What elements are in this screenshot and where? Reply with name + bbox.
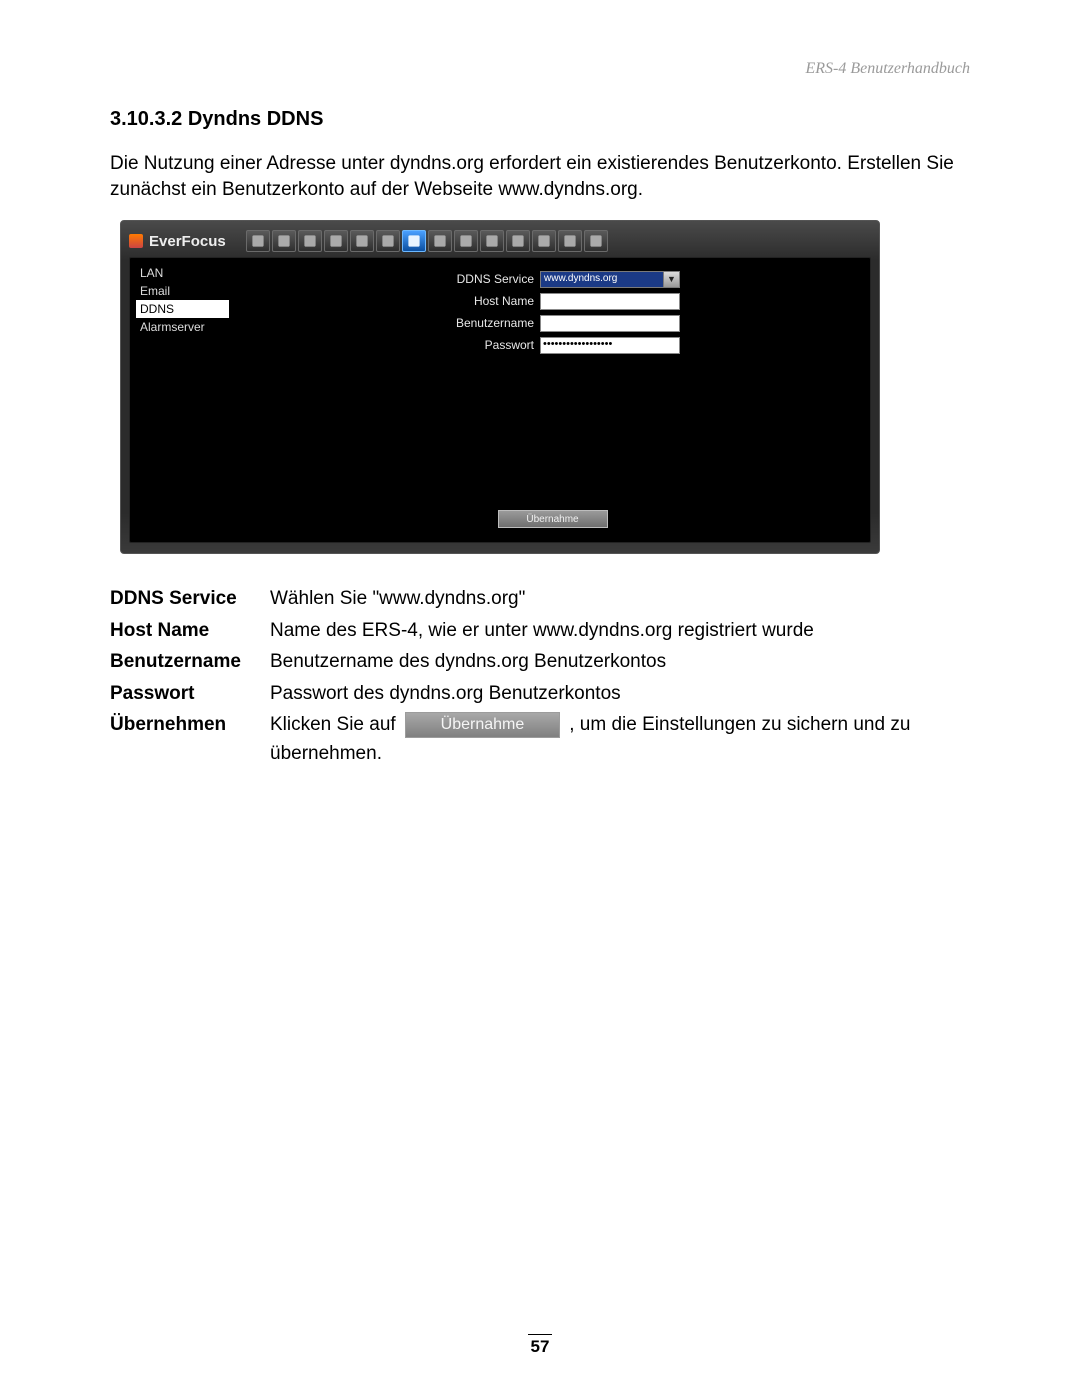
page-number: 57 — [528, 1334, 552, 1357]
minus-icon[interactable] — [376, 230, 400, 252]
desc-value: Wählen Sie "www.dyndns.org" — [270, 584, 980, 613]
desc-label: Host Name — [110, 616, 270, 645]
password-input[interactable]: •••••••••••••••••• — [540, 337, 680, 354]
ddns-service-label: DDNS Service — [457, 272, 534, 286]
section-heading: 3.10.3.2 Dyndns DDNS — [110, 108, 980, 131]
desc-label: Passwort — [110, 679, 270, 708]
desc-apply-pre: Klicken Sie auf — [270, 714, 401, 735]
brand-text: EverFocus — [149, 233, 226, 250]
doc-header: ERS-4 Benutzerhandbuch — [110, 60, 980, 78]
keyboard-icon[interactable] — [246, 230, 270, 252]
inline-apply-button: Übernahme — [405, 712, 560, 738]
desc-apply-label: Übernehmen — [110, 710, 270, 769]
grid-icon[interactable] — [324, 230, 348, 252]
desc-value: Benutzername des dyndns.org Benutzerkont… — [270, 647, 980, 676]
ddns-service-select[interactable]: www.dyndns.org ▼ — [540, 271, 680, 288]
desc-row: Host NameName des ERS-4, wie er unter ww… — [110, 616, 980, 645]
brush-icon[interactable] — [272, 230, 296, 252]
bell-icon[interactable] — [350, 230, 374, 252]
gear-icon[interactable] — [506, 230, 530, 252]
network-icon[interactable] — [402, 230, 426, 252]
app-screenshot: EverFocus LANEmailDDNSAlarmserver DDNS S… — [120, 220, 880, 554]
section-paragraph: Die Nutzung einer Adresse unter dyndns.o… — [110, 151, 980, 202]
desc-apply-text: Klicken Sie auf Übernahme , um die Einst… — [270, 710, 980, 769]
desc-row: DDNS ServiceWählen Sie "www.dyndns.org" — [110, 584, 980, 613]
sidebar: LANEmailDDNSAlarmserver — [130, 258, 235, 542]
desc-value: Name des ERS-4, wie er unter www.dyndns.… — [270, 616, 980, 645]
arrows-icon[interactable] — [298, 230, 322, 252]
description-table: DDNS ServiceWählen Sie "www.dyndns.org"H… — [110, 584, 980, 769]
search-icon[interactable] — [584, 230, 608, 252]
disk-icon[interactable] — [558, 230, 582, 252]
camera-icon[interactable] — [428, 230, 452, 252]
host-name-label: Host Name — [474, 294, 534, 308]
toolbar — [246, 230, 608, 252]
host-name-input[interactable] — [540, 293, 680, 310]
sidebar-item-email[interactable]: Email — [136, 282, 229, 300]
monitor-icon[interactable] — [454, 230, 478, 252]
desc-row: PasswortPasswort des dyndns.org Benutzer… — [110, 679, 980, 708]
desc-label: DDNS Service — [110, 584, 270, 613]
username-label: Benutzername — [456, 316, 534, 330]
sidebar-item-alarmserver[interactable]: Alarmserver — [136, 318, 229, 336]
gauge-icon[interactable] — [480, 230, 504, 252]
brand-logo: EverFocus — [129, 233, 226, 250]
sidebar-item-ddns[interactable]: DDNS — [136, 300, 229, 318]
password-label: Passwort — [485, 338, 534, 352]
desc-label: Benutzername — [110, 647, 270, 676]
sidebar-item-lan[interactable]: LAN — [136, 264, 229, 282]
ddns-service-value: www.dyndns.org — [540, 271, 664, 288]
form-area: DDNS Service www.dyndns.org ▼ Host Name … — [235, 258, 870, 542]
chevron-down-icon[interactable]: ▼ — [664, 271, 680, 288]
brand-mark-icon — [129, 234, 143, 248]
desc-value: Passwort des dyndns.org Benutzerkontos — [270, 679, 980, 708]
apply-button[interactable]: Übernahme — [498, 510, 608, 528]
desc-row: BenutzernameBenutzername des dyndns.org … — [110, 647, 980, 676]
info-icon[interactable] — [532, 230, 556, 252]
username-input[interactable] — [540, 315, 680, 332]
